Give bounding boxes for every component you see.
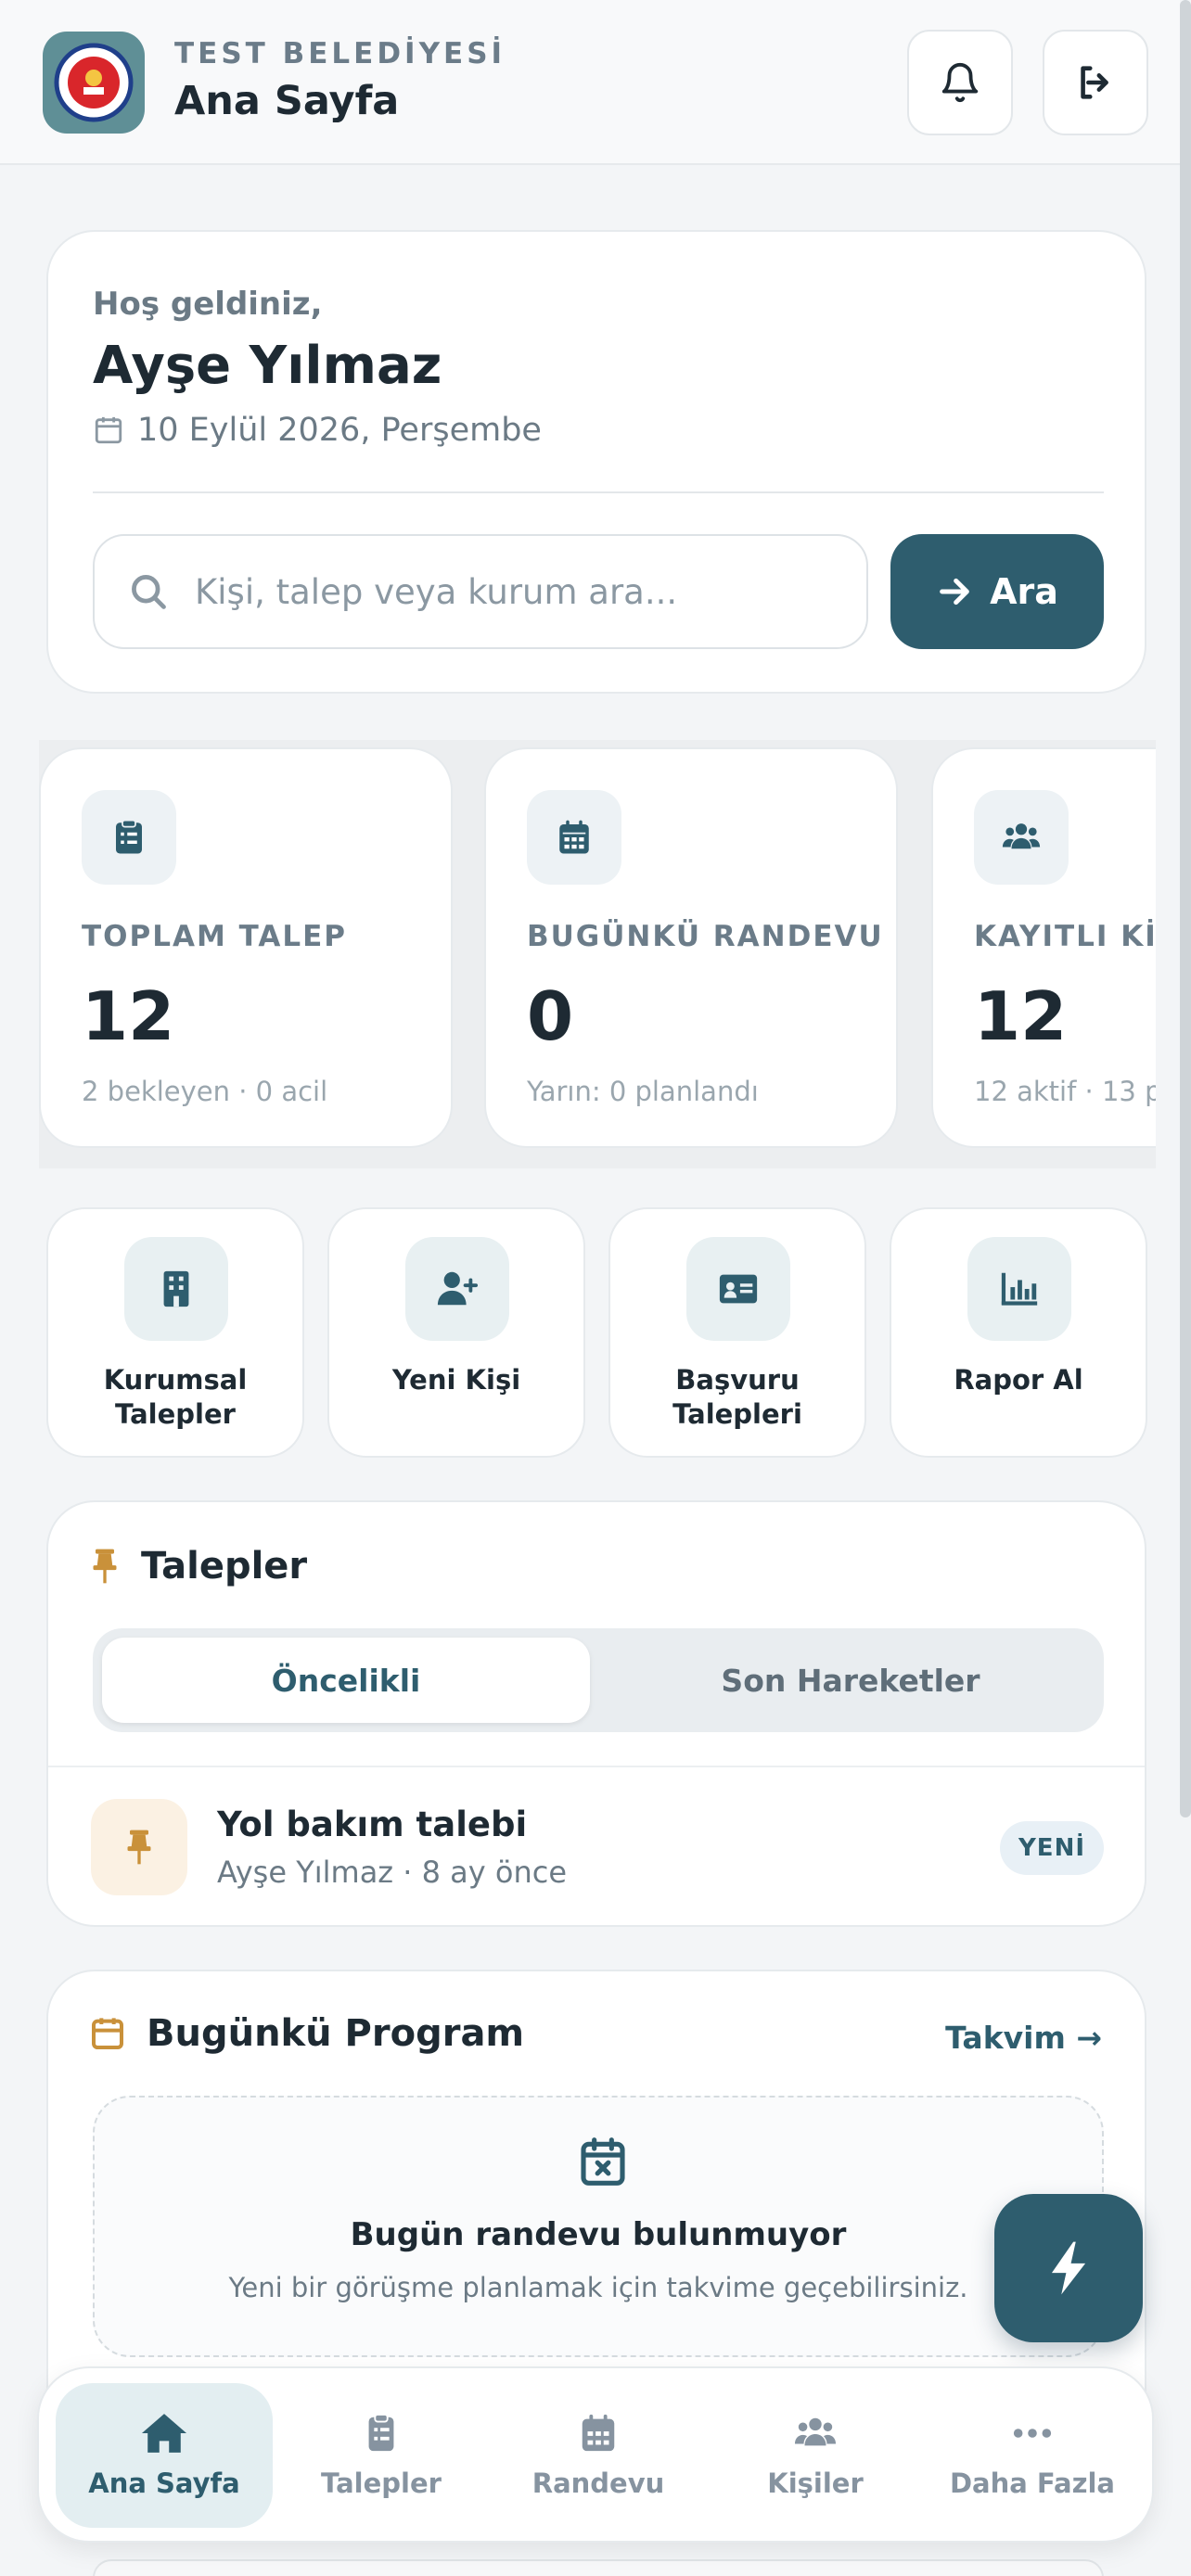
notifications-button[interactable] xyxy=(907,30,1013,135)
logout-button[interactable] xyxy=(1043,30,1148,135)
user-plus-icon xyxy=(437,1271,479,1306)
more-icon xyxy=(1013,2429,1052,2438)
nav-label: Randevu xyxy=(531,2468,665,2499)
search-input[interactable] xyxy=(195,571,863,612)
action-icon-box xyxy=(405,1237,509,1341)
users-icon xyxy=(1002,823,1041,849)
stat-icon-box xyxy=(527,790,621,885)
calendar-icon xyxy=(95,416,122,444)
stat-label: TOPLAM TALEP xyxy=(82,920,347,953)
requests-header: Talepler xyxy=(89,1545,307,1588)
empty-state-title: Bugün randevu bulunmuyor xyxy=(350,2216,847,2253)
calendar-icon xyxy=(582,2414,615,2452)
request-list-item[interactable]: Yol bakım talebi Ayşe Yılmaz · 8 ay önce… xyxy=(89,1799,1104,1895)
chart-icon xyxy=(1001,1272,1038,1306)
stat-value: 12 xyxy=(974,977,1068,1055)
arrow-right-icon xyxy=(940,578,969,606)
empty-state-subtitle: Yeni bir görüşme planlamak için takvime … xyxy=(228,2272,968,2303)
stat-value: 12 xyxy=(82,977,175,1055)
app-header: TEST BELEDİYESİ Ana Sayfa xyxy=(0,0,1180,165)
stat-value: 0 xyxy=(527,977,574,1055)
welcome-card: Hoş geldiniz, Ayşe Yılmaz 10 Eylül 2026,… xyxy=(46,230,1146,694)
calendar-x-icon xyxy=(581,2137,625,2186)
quick-action-fab[interactable] xyxy=(994,2194,1143,2342)
quick-action-corporate-requests[interactable]: Kurumsal Talepler xyxy=(46,1207,304,1458)
calendar-icon xyxy=(92,2018,123,2049)
quick-action-new-person[interactable]: Yeni Kişi xyxy=(327,1207,585,1458)
action-icon-box xyxy=(686,1237,790,1341)
org-name: TEST BELEDİYESİ xyxy=(174,37,506,70)
stat-subtext: Yarın: 0 planlandı xyxy=(527,1076,759,1107)
action-label: Rapor Al xyxy=(954,1364,1083,1396)
quick-action-applications[interactable]: Başvuru Talepleri xyxy=(608,1207,866,1458)
tab-recent-activity[interactable]: Son Hareketler xyxy=(607,1638,1095,1723)
search-field[interactable] xyxy=(93,534,868,649)
home-icon xyxy=(141,2414,187,2453)
clipboard-list-icon xyxy=(116,819,142,854)
quick-action-report[interactable]: Rapor Al xyxy=(890,1207,1147,1458)
nav-people[interactable]: Kişiler xyxy=(707,2383,924,2528)
stat-subtext: 2 bekleyen · 0 acil xyxy=(82,1076,328,1107)
nav-more[interactable]: Daha Fazla xyxy=(924,2383,1141,2528)
status-badge: YENİ xyxy=(1000,1821,1104,1875)
nav-home[interactable]: Ana Sayfa xyxy=(56,2383,273,2528)
calendar-icon xyxy=(559,820,589,854)
requests-title: Talepler xyxy=(141,1545,308,1588)
program-title: Bugünkü Program xyxy=(147,2012,525,2055)
tab-priority[interactable]: Öncelikli xyxy=(102,1638,590,1723)
nav-label: Daha Fazla xyxy=(949,2468,1116,2499)
pin-icon xyxy=(93,1549,117,1584)
id-card-icon xyxy=(719,1274,758,1304)
greeting-text: Hoş geldiniz, xyxy=(93,286,323,323)
search-button[interactable]: Ara xyxy=(890,534,1104,649)
stat-icon-box xyxy=(974,790,1069,885)
users-icon xyxy=(794,2417,837,2446)
nav-label: Kişiler xyxy=(767,2468,864,2499)
search-button-label: Ara xyxy=(990,571,1058,612)
building-icon xyxy=(163,1270,189,1307)
page-title: Ana Sayfa xyxy=(174,78,400,124)
current-date: 10 Eylül 2026, Perşembe xyxy=(137,412,542,449)
clipboard-list-icon xyxy=(368,2413,394,2452)
search-icon xyxy=(132,575,166,609)
calendar-link[interactable]: Takvim → xyxy=(945,2020,1102,2056)
user-name: Ayşe Yılmaz xyxy=(93,336,442,396)
requests-tab-switcher: Öncelikli Son Hareketler xyxy=(93,1628,1104,1732)
stat-card-registered-people[interactable]: KAYITLI KİŞİ 12 12 aktif · 13 pasif xyxy=(931,747,1156,1148)
requests-card: Talepler Öncelikli Son Hareketler Yol ba… xyxy=(46,1500,1146,1927)
pin-icon xyxy=(127,1830,151,1865)
stat-icon-box xyxy=(82,790,176,885)
nav-requests[interactable]: Talepler xyxy=(273,2383,490,2528)
stat-label: KAYITLI KİŞİ xyxy=(974,920,1156,953)
stat-subtext: 12 aktif · 13 pasif xyxy=(974,1076,1156,1107)
page-scrollbar[interactable] xyxy=(1180,0,1191,1817)
divider xyxy=(93,491,1104,493)
stat-label: BUGÜNKÜ RANDEVU xyxy=(527,920,884,953)
action-label: Kurumsal Talepler xyxy=(103,1364,248,1430)
date-row: 10 Eylül 2026, Perşembe xyxy=(93,412,542,449)
bottom-navigation: Ana Sayfa Talepler Randevu Kişiler Daha … xyxy=(37,2366,1154,2543)
empty-state: Bugün randevu bulunmuyor Yeni bir görüşm… xyxy=(93,2096,1104,2357)
partially-visible-element xyxy=(93,2559,1104,2576)
bell-icon xyxy=(941,63,979,103)
nav-label: Ana Sayfa xyxy=(88,2468,240,2499)
stat-card-today-appointments[interactable]: BUGÜNKÜ RANDEVU 0 Yarın: 0 planlandı xyxy=(484,747,898,1148)
request-meta: Ayşe Yılmaz · 8 ay önce xyxy=(217,1855,567,1890)
action-icon-box xyxy=(124,1237,228,1341)
nav-appointments[interactable]: Randevu xyxy=(490,2383,707,2528)
action-icon-box xyxy=(967,1237,1071,1341)
nav-label: Talepler xyxy=(321,2468,442,2499)
request-icon-box xyxy=(91,1799,187,1895)
program-header: Bugünkü Program xyxy=(89,2012,524,2055)
stats-carousel[interactable]: TOPLAM TALEP 12 2 bekleyen · 0 acil BUGÜ… xyxy=(39,740,1156,1168)
divider xyxy=(48,1766,1145,1767)
municipality-logo xyxy=(43,32,145,134)
action-label: Yeni Kişi xyxy=(391,1364,521,1396)
lightning-icon xyxy=(1051,2241,1086,2295)
logout-icon xyxy=(1081,66,1108,99)
stat-card-total-requests[interactable]: TOPLAM TALEP 12 2 bekleyen · 0 acil xyxy=(39,747,453,1148)
request-title: Yol bakım talebi xyxy=(217,1804,528,1844)
action-label: Başvuru Talepleri xyxy=(672,1364,802,1430)
